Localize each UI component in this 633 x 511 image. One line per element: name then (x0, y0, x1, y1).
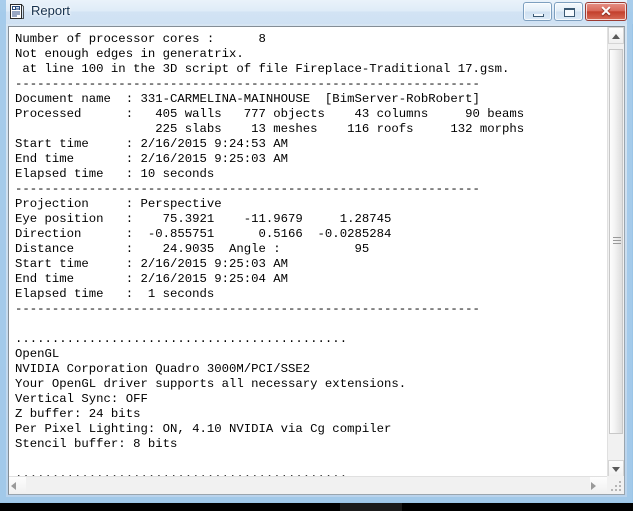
horizontal-scrollbar[interactable] (9, 476, 607, 494)
report-client-area: Number of processor cores : 8 Not enough… (8, 26, 625, 495)
vertical-scroll-thumb[interactable] (609, 49, 623, 434)
maximize-button[interactable] (554, 2, 583, 21)
minimize-button[interactable] (523, 2, 552, 21)
taskbar-strip (0, 503, 633, 511)
taskbar-accent (340, 503, 402, 511)
report-window: Report ✕ Number of processor cores : 8 N… (0, 0, 633, 503)
scroll-down-arrow-icon (612, 467, 620, 472)
close-icon: ✕ (600, 3, 612, 19)
report-document-icon (8, 3, 25, 20)
window-title: Report (31, 3, 71, 18)
vertical-scrollbar[interactable] (607, 27, 624, 477)
minimize-icon (533, 14, 544, 17)
close-button[interactable]: ✕ (585, 2, 627, 21)
resize-grip[interactable] (607, 476, 624, 494)
scroll-thumb-grip-icon (613, 236, 621, 247)
window-titlebar[interactable]: Report ✕ (0, 0, 633, 24)
scroll-up-arrow-icon (612, 34, 620, 39)
scroll-down-button[interactable] (608, 460, 624, 477)
scroll-right-button[interactable] (590, 477, 607, 494)
scroll-left-button[interactable] (9, 477, 26, 494)
scroll-up-button[interactable] (608, 27, 624, 44)
report-text-viewport[interactable]: Number of processor cores : 8 Not enough… (9, 27, 607, 477)
scroll-left-arrow-icon (11, 481, 16, 490)
report-text-content: Number of processor cores : 8 Not enough… (15, 32, 525, 477)
maximize-icon (564, 8, 575, 17)
scroll-right-arrow-icon (591, 481, 596, 490)
